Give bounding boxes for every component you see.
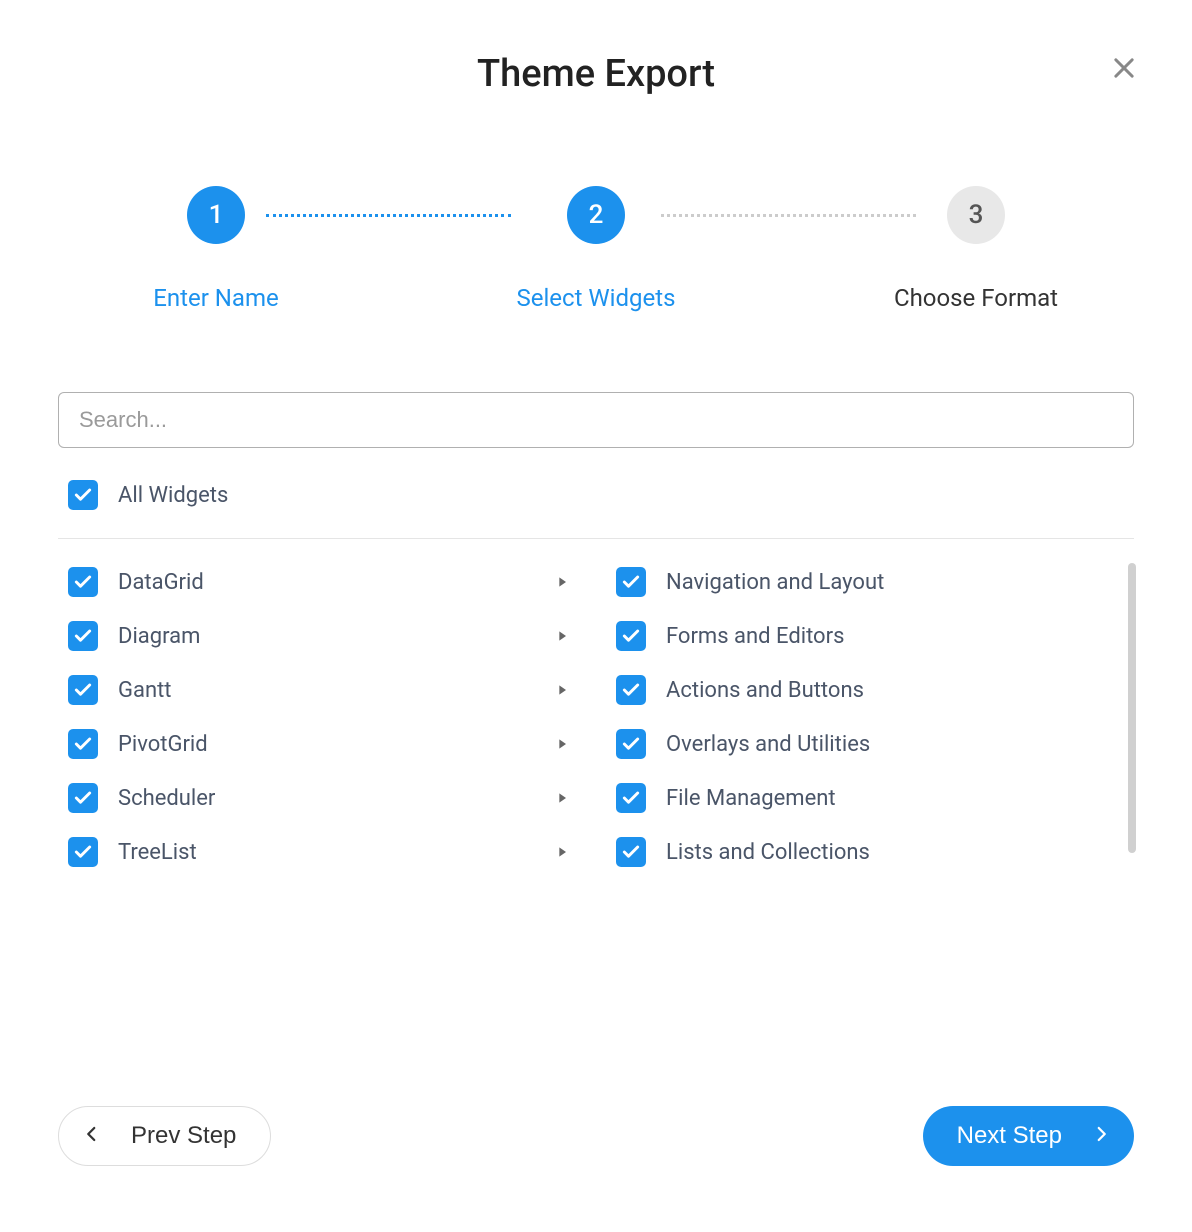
widget-label: File Management (666, 786, 1124, 811)
widget-checkbox[interactable] (616, 567, 646, 597)
step-label: Select Widgets (516, 284, 675, 312)
widget-checkbox[interactable] (616, 783, 646, 813)
scrollbar-thumb[interactable] (1128, 563, 1136, 853)
widget-row-treelist: TreeList (68, 837, 576, 867)
widget-checkbox[interactable] (616, 621, 646, 651)
widget-label: Actions and Buttons (666, 678, 1124, 703)
widget-row-navigation: Navigation and Layout (616, 567, 1124, 597)
chevron-left-icon (83, 1122, 101, 1150)
widget-label: Scheduler (118, 786, 534, 811)
widget-checkbox[interactable] (68, 567, 98, 597)
wizard-footer: Prev Step Next Step (58, 1106, 1134, 1166)
all-widgets-checkbox[interactable] (68, 480, 98, 510)
widget-checkbox[interactable] (616, 837, 646, 867)
widget-column-left: DataGrid Diagram Gantt PivotGrid Schedul (58, 563, 586, 871)
widget-row-pivotgrid: PivotGrid (68, 729, 576, 759)
widget-label: Lists and Collections (666, 840, 1124, 865)
step-choose-format[interactable]: 3 Choose Format (876, 186, 1076, 312)
widget-row-actions: Actions and Buttons (616, 675, 1124, 705)
widget-label: Diagram (118, 624, 534, 649)
next-step-label: Next Step (957, 1122, 1062, 1150)
widget-row-scheduler: Scheduler (68, 783, 576, 813)
caret-right-icon[interactable] (554, 790, 570, 806)
all-widgets-label: All Widgets (118, 483, 228, 508)
caret-right-icon[interactable] (554, 628, 570, 644)
widget-list: DataGrid Diagram Gantt PivotGrid Schedul (58, 563, 1134, 871)
wizard-stepper: 1 Enter Name 2 Select Widgets 3 Choose F… (116, 186, 1076, 312)
widget-label: PivotGrid (118, 732, 534, 757)
step-select-widgets[interactable]: 2 Select Widgets (496, 186, 696, 312)
all-widgets-row: All Widgets (58, 476, 1134, 539)
step-label: Enter Name (153, 284, 279, 312)
step-label: Choose Format (894, 284, 1058, 312)
widget-checkbox[interactable] (616, 729, 646, 759)
widget-row-overlays: Overlays and Utilities (616, 729, 1124, 759)
widget-row-diagram: Diagram (68, 621, 576, 651)
step-number: 2 (567, 186, 625, 244)
widget-column-right: Navigation and Layout Forms and Editors … (606, 563, 1134, 871)
widget-row-filemgmt: File Management (616, 783, 1124, 813)
widget-checkbox[interactable] (68, 675, 98, 705)
prev-step-label: Prev Step (131, 1122, 236, 1150)
widget-checkbox[interactable] (616, 675, 646, 705)
chevron-right-icon (1092, 1122, 1110, 1150)
widget-label: Forms and Editors (666, 624, 1124, 649)
widget-checkbox[interactable] (68, 729, 98, 759)
widget-checkbox[interactable] (68, 783, 98, 813)
step-number: 1 (187, 186, 245, 244)
caret-right-icon[interactable] (554, 736, 570, 752)
widget-row-gantt: Gantt (68, 675, 576, 705)
step-number: 3 (947, 186, 1005, 244)
widget-row-forms: Forms and Editors (616, 621, 1124, 651)
caret-right-icon[interactable] (554, 682, 570, 698)
widget-row-lists: Lists and Collections (616, 837, 1124, 867)
widget-label: TreeList (118, 840, 534, 865)
search-input[interactable] (58, 392, 1134, 448)
widget-label: Overlays and Utilities (666, 732, 1124, 757)
widget-label: DataGrid (118, 570, 534, 595)
theme-export-modal: Theme Export 1 Enter Name 2 Select Widge… (18, 18, 1174, 1214)
widget-checkbox[interactable] (68, 837, 98, 867)
widget-row-datagrid: DataGrid (68, 567, 576, 597)
next-step-button[interactable]: Next Step (923, 1106, 1134, 1166)
widget-label: Gantt (118, 678, 534, 703)
caret-right-icon[interactable] (554, 844, 570, 860)
close-icon[interactable] (1110, 54, 1138, 82)
modal-title: Theme Export (58, 52, 1134, 96)
caret-right-icon[interactable] (554, 574, 570, 590)
widget-checkbox[interactable] (68, 621, 98, 651)
prev-step-button[interactable]: Prev Step (58, 1106, 271, 1166)
step-enter-name[interactable]: 1 Enter Name (116, 186, 316, 312)
widget-label: Navigation and Layout (666, 570, 1124, 595)
